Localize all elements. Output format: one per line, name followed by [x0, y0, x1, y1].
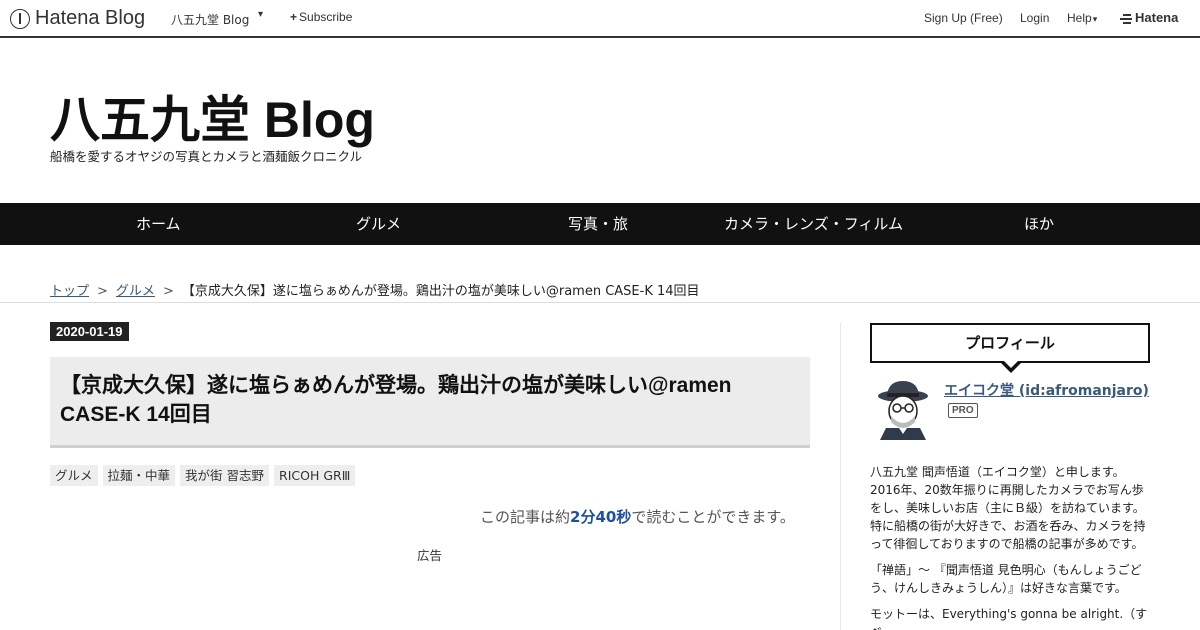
profile-heading-label: プロフィール	[965, 334, 1055, 352]
profile-heading: プロフィール	[870, 323, 1150, 373]
hatena-blog-icon	[10, 8, 30, 29]
hatena-blog-logo[interactable]: Hatena Blog	[10, 7, 145, 30]
breadcrumb-separator: >	[97, 284, 108, 299]
help-menu[interactable]: Help▾	[1067, 11, 1097, 25]
signup-link[interactable]: Sign Up (Free)	[924, 11, 1003, 25]
category-tag[interactable]: RICOH GRⅢ	[274, 465, 356, 486]
global-nav: ホーム グルメ 写真・旅 カメラ・レンズ・フィルム ほか	[0, 203, 1200, 245]
entry-title-box: 【京成大久保】遂に塩らぁめんが登場。鶏出汁の塩が美味しい@ramen CASE-…	[50, 357, 810, 445]
reading-time: この記事は約2分40秒で読むことができます。	[480, 506, 795, 527]
profile-paragraph: 八五九堂 聞声悟道（エイコク堂）と申します。2016年、20数年振りに再開したカ…	[870, 465, 1146, 551]
nav-item-camera-lens-film[interactable]: カメラ・レンズ・フィルム	[724, 203, 903, 245]
reading-time-prefix: この記事は約	[480, 508, 571, 526]
hatena-label: Hatena	[1135, 10, 1179, 25]
top-bar: Hatena Blog 八五九堂 Blog ▾ + Subscribe Sign …	[0, 0, 1200, 38]
nav-item-gourmet[interactable]: グルメ	[356, 203, 401, 245]
nav-item-other[interactable]: ほか	[1024, 203, 1054, 245]
subscribe-label: Subscribe	[299, 10, 353, 24]
divider	[0, 302, 1200, 303]
profile-paragraph: モットーは、Everything's gonna be alright.（すべ	[870, 607, 1148, 630]
plus-icon: +	[290, 10, 298, 24]
help-label: Help	[1067, 11, 1092, 25]
pro-badge: PRO	[948, 403, 978, 418]
hatena-link[interactable]: Hatena	[1120, 10, 1178, 25]
reading-time-value: 2分40秒	[570, 508, 632, 526]
profile-name-link[interactable]: エイコク堂 (id:afromanjaro)	[944, 380, 1149, 400]
reading-time-suffix: で読むことができます。	[631, 508, 795, 526]
entry-date[interactable]: 2020-01-19	[50, 322, 129, 341]
subscribe-button[interactable]: + Subscribe	[290, 10, 352, 24]
blog-name-link[interactable]: 八五九堂 Blog	[171, 11, 249, 28]
profile-description: 八五九堂 聞声悟道（エイコク堂）と申します。2016年、20数年振りに再開したカ…	[870, 463, 1150, 630]
entry-title[interactable]: 【京成大久保】遂に塩らぁめんが登場。鶏出汁の塩が美味しい@ramen CASE-…	[60, 371, 760, 429]
blog-description: 船橋を愛するオヤジの写真とカメラと酒麺飯クロニクル	[50, 149, 363, 164]
breadcrumb: トップ > グルメ > 【京成大久保】遂に塩らぁめんが登場。鶏出汁の塩が美味しい@ram…	[50, 280, 700, 299]
nav-item-photo-travel[interactable]: 写真・旅	[568, 203, 628, 245]
login-link[interactable]: Login	[1020, 11, 1049, 25]
blog-title[interactable]: 八五九堂 Blog	[50, 80, 375, 152]
entry-categories: グルメ 拉麺・中華 我が街 習志野 RICOH GRⅢ	[50, 465, 356, 486]
category-tag[interactable]: グルメ	[50, 465, 98, 486]
breadcrumb-separator: >	[162, 284, 174, 299]
category-tag[interactable]: 拉麺・中華	[102, 465, 176, 486]
category-tag[interactable]: 我が街 習志野	[180, 465, 270, 486]
breadcrumb-category[interactable]: グルメ	[116, 284, 155, 299]
chevron-down-icon[interactable]: ▾	[258, 9, 263, 20]
avatar[interactable]	[872, 378, 934, 440]
ad-label: 広告	[417, 548, 443, 563]
logo-text: Hatena Blog	[35, 7, 146, 29]
profile-paragraph: 「禅語」～ 『聞声悟道 見色明心（もんしょうごどう、けんしきみょうしん）』は好き…	[870, 563, 1142, 595]
help-chevron-icon: ▾	[1092, 14, 1098, 24]
column-divider	[840, 323, 841, 630]
hatena-lines-icon	[1120, 13, 1132, 24]
breadcrumb-current: 【京成大久保】遂に塩らぁめんが登場。鶏出汁の塩が美味しい@ramen CASE-…	[181, 284, 700, 299]
breadcrumb-top[interactable]: トップ	[50, 284, 89, 299]
nav-item-home[interactable]: ホーム	[136, 203, 181, 245]
